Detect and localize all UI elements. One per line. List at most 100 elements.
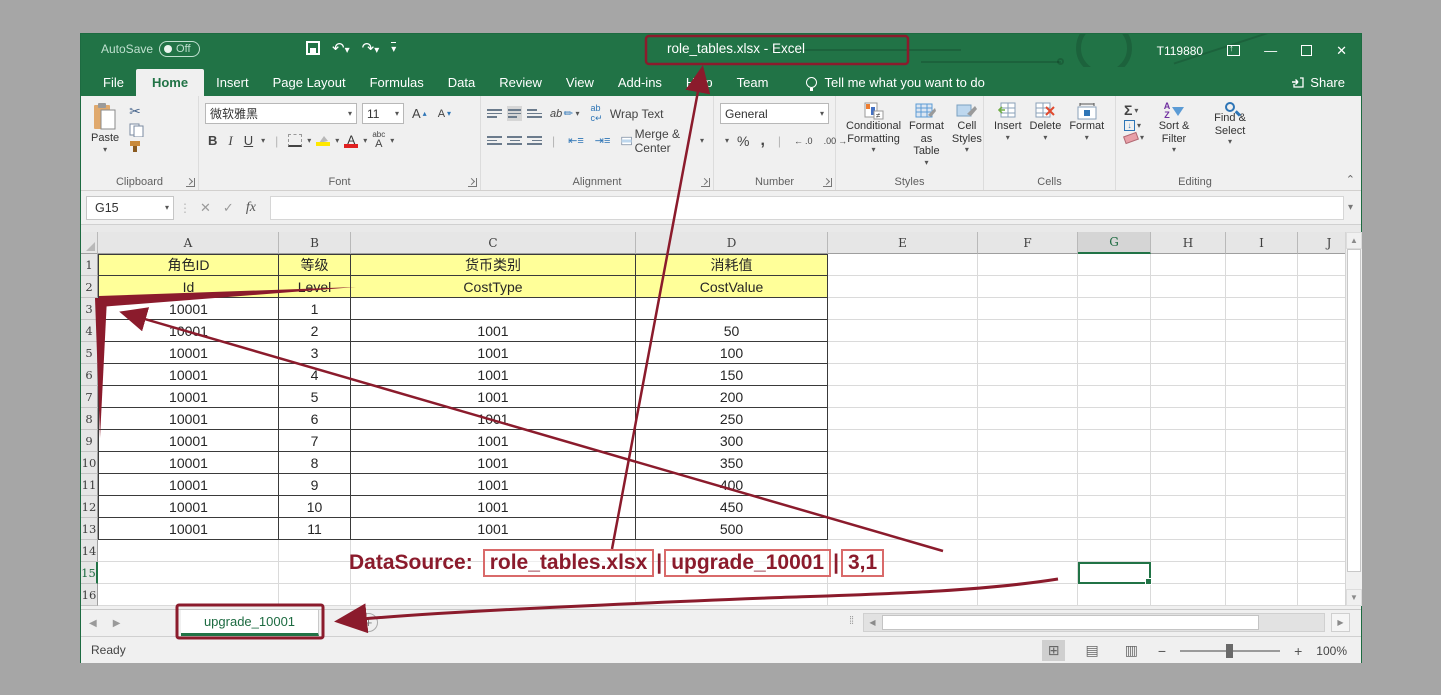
cell-I4[interactable] [1226, 320, 1298, 342]
merge-center-button[interactable]: Merge & Center▾ [618, 126, 707, 156]
align-top-button[interactable] [487, 107, 502, 120]
cell-A8[interactable]: 10001 [98, 408, 279, 430]
column-header-H[interactable]: H [1151, 232, 1226, 254]
cell-A9[interactable]: 10001 [98, 430, 279, 452]
horizontal-scrollbar[interactable]: ◀ [863, 613, 1325, 632]
cell-B5[interactable]: 3 [279, 342, 351, 364]
cell-D7[interactable]: 200 [636, 386, 828, 408]
cell-J1[interactable] [1298, 254, 1345, 276]
row-header-16[interactable]: 16 [81, 584, 98, 606]
autosave-toggle[interactable]: AutoSave Off [101, 41, 200, 57]
cell-F10[interactable] [978, 452, 1078, 474]
cell-C10[interactable]: 1001 [351, 452, 636, 474]
cell-I5[interactable] [1226, 342, 1298, 364]
cell-C16[interactable] [351, 584, 636, 606]
cell-J6[interactable] [1298, 364, 1345, 386]
cell-I3[interactable] [1226, 298, 1298, 320]
format-as-table-button[interactable]: Format as Table▾ [905, 100, 948, 169]
cell-J7[interactable] [1298, 386, 1345, 408]
font-color-dropdown[interactable]: ▾ [363, 136, 367, 145]
insert-function-icon[interactable]: fx [246, 200, 256, 216]
row-header-4[interactable]: 4 [81, 320, 98, 342]
cell-J2[interactable] [1298, 276, 1345, 298]
cell-A11[interactable]: 10001 [98, 474, 279, 496]
row-header-15[interactable]: 15 [81, 562, 98, 584]
cell-G9[interactable] [1078, 430, 1151, 452]
cell-A6[interactable]: 10001 [98, 364, 279, 386]
row-header-6[interactable]: 6 [81, 364, 98, 386]
cell-D10[interactable]: 350 [636, 452, 828, 474]
cell-G2[interactable] [1078, 276, 1151, 298]
fill-color-button[interactable] [316, 135, 330, 146]
menu-tab-view[interactable]: View [554, 69, 606, 96]
cell-C2[interactable]: CostType [351, 276, 636, 298]
zoom-out-icon[interactable]: − [1158, 643, 1166, 659]
cell-I11[interactable] [1226, 474, 1298, 496]
cell-B16[interactable] [279, 584, 351, 606]
column-header-A[interactable]: A [98, 232, 279, 254]
align-bottom-button[interactable] [527, 107, 542, 120]
cell-J12[interactable] [1298, 496, 1345, 518]
find-select-button[interactable]: Find & Select▾ [1202, 100, 1258, 156]
formula-input[interactable] [270, 196, 1344, 220]
cell-J13[interactable] [1298, 518, 1345, 540]
cell-A2[interactable]: Id [98, 276, 279, 298]
cell-E3[interactable] [828, 298, 978, 320]
formula-bar-expand-icon[interactable]: ▾ [1348, 202, 1353, 213]
underline-dropdown[interactable]: ▾ [261, 136, 265, 145]
cell-H15[interactable] [1151, 562, 1226, 584]
paste-button[interactable]: Paste ▾ [87, 100, 123, 156]
format-cells-button[interactable]: Format▾ [1065, 100, 1108, 144]
cell-J11[interactable] [1298, 474, 1345, 496]
sheet-tab-upgrade-10001[interactable]: upgrade_10001 [181, 610, 319, 636]
cell-H6[interactable] [1151, 364, 1226, 386]
clear-button[interactable]: ▾ [1122, 133, 1146, 142]
cell-C6[interactable]: 1001 [351, 364, 636, 386]
row-header-5[interactable]: 5 [81, 342, 98, 364]
collapse-ribbon-icon[interactable]: ⌃ [1346, 173, 1355, 186]
cell-D2[interactable]: CostValue [636, 276, 828, 298]
cell-A12[interactable]: 10001 [98, 496, 279, 518]
format-painter-icon[interactable] [129, 140, 144, 153]
cell-B6[interactable]: 4 [279, 364, 351, 386]
cell-E5[interactable] [828, 342, 978, 364]
row-header-10[interactable]: 10 [81, 452, 98, 474]
align-middle-button[interactable] [507, 106, 522, 121]
row-header-7[interactable]: 7 [81, 386, 98, 408]
cell-C4[interactable]: 1001 [351, 320, 636, 342]
vertical-scrollbar[interactable]: ▲ ▼ [1345, 232, 1362, 606]
sheet-nav-right-icon[interactable]: ▶ [113, 618, 121, 629]
row-header-8[interactable]: 8 [81, 408, 98, 430]
row-header-12[interactable]: 12 [81, 496, 98, 518]
cell-C3[interactable] [351, 298, 636, 320]
decrease-indent-button[interactable]: ⇤≡ [565, 133, 587, 148]
cell-I14[interactable] [1226, 540, 1298, 562]
menu-tab-review[interactable]: Review [487, 69, 554, 96]
accounting-dropdown[interactable]: ▾ [725, 136, 729, 145]
menu-tab-add-ins[interactable]: Add-ins [606, 69, 674, 96]
cell-D9[interactable]: 300 [636, 430, 828, 452]
zoom-in-icon[interactable]: + [1294, 643, 1302, 659]
orientation-button[interactable]: ab✎▾ [547, 106, 582, 121]
tell-me-box[interactable]: Tell me what you want to do [806, 75, 984, 96]
cancel-icon[interactable]: ✕ [200, 200, 211, 216]
cell-H9[interactable] [1151, 430, 1226, 452]
cell-B13[interactable]: 11 [279, 518, 351, 540]
horizontal-scrollbar-thumb[interactable] [882, 615, 1259, 630]
cell-G5[interactable] [1078, 342, 1151, 364]
align-center-button[interactable] [507, 134, 522, 147]
percent-style-button[interactable]: % [734, 132, 752, 150]
minimize-icon[interactable]: — [1264, 43, 1277, 58]
align-left-button[interactable] [487, 134, 502, 147]
cell-G16[interactable] [1078, 584, 1151, 606]
font-name-select[interactable]: 微软雅黑▾ [205, 103, 357, 124]
share-button[interactable]: Share [1290, 75, 1345, 96]
cell-D1[interactable]: 消耗值 [636, 254, 828, 276]
cell-I12[interactable] [1226, 496, 1298, 518]
select-all-corner[interactable] [81, 232, 98, 254]
cell-A5[interactable]: 10001 [98, 342, 279, 364]
cell-A4[interactable]: 10001 [98, 320, 279, 342]
cell-C12[interactable]: 1001 [351, 496, 636, 518]
menu-tab-formulas[interactable]: Formulas [358, 69, 436, 96]
cell-H5[interactable] [1151, 342, 1226, 364]
